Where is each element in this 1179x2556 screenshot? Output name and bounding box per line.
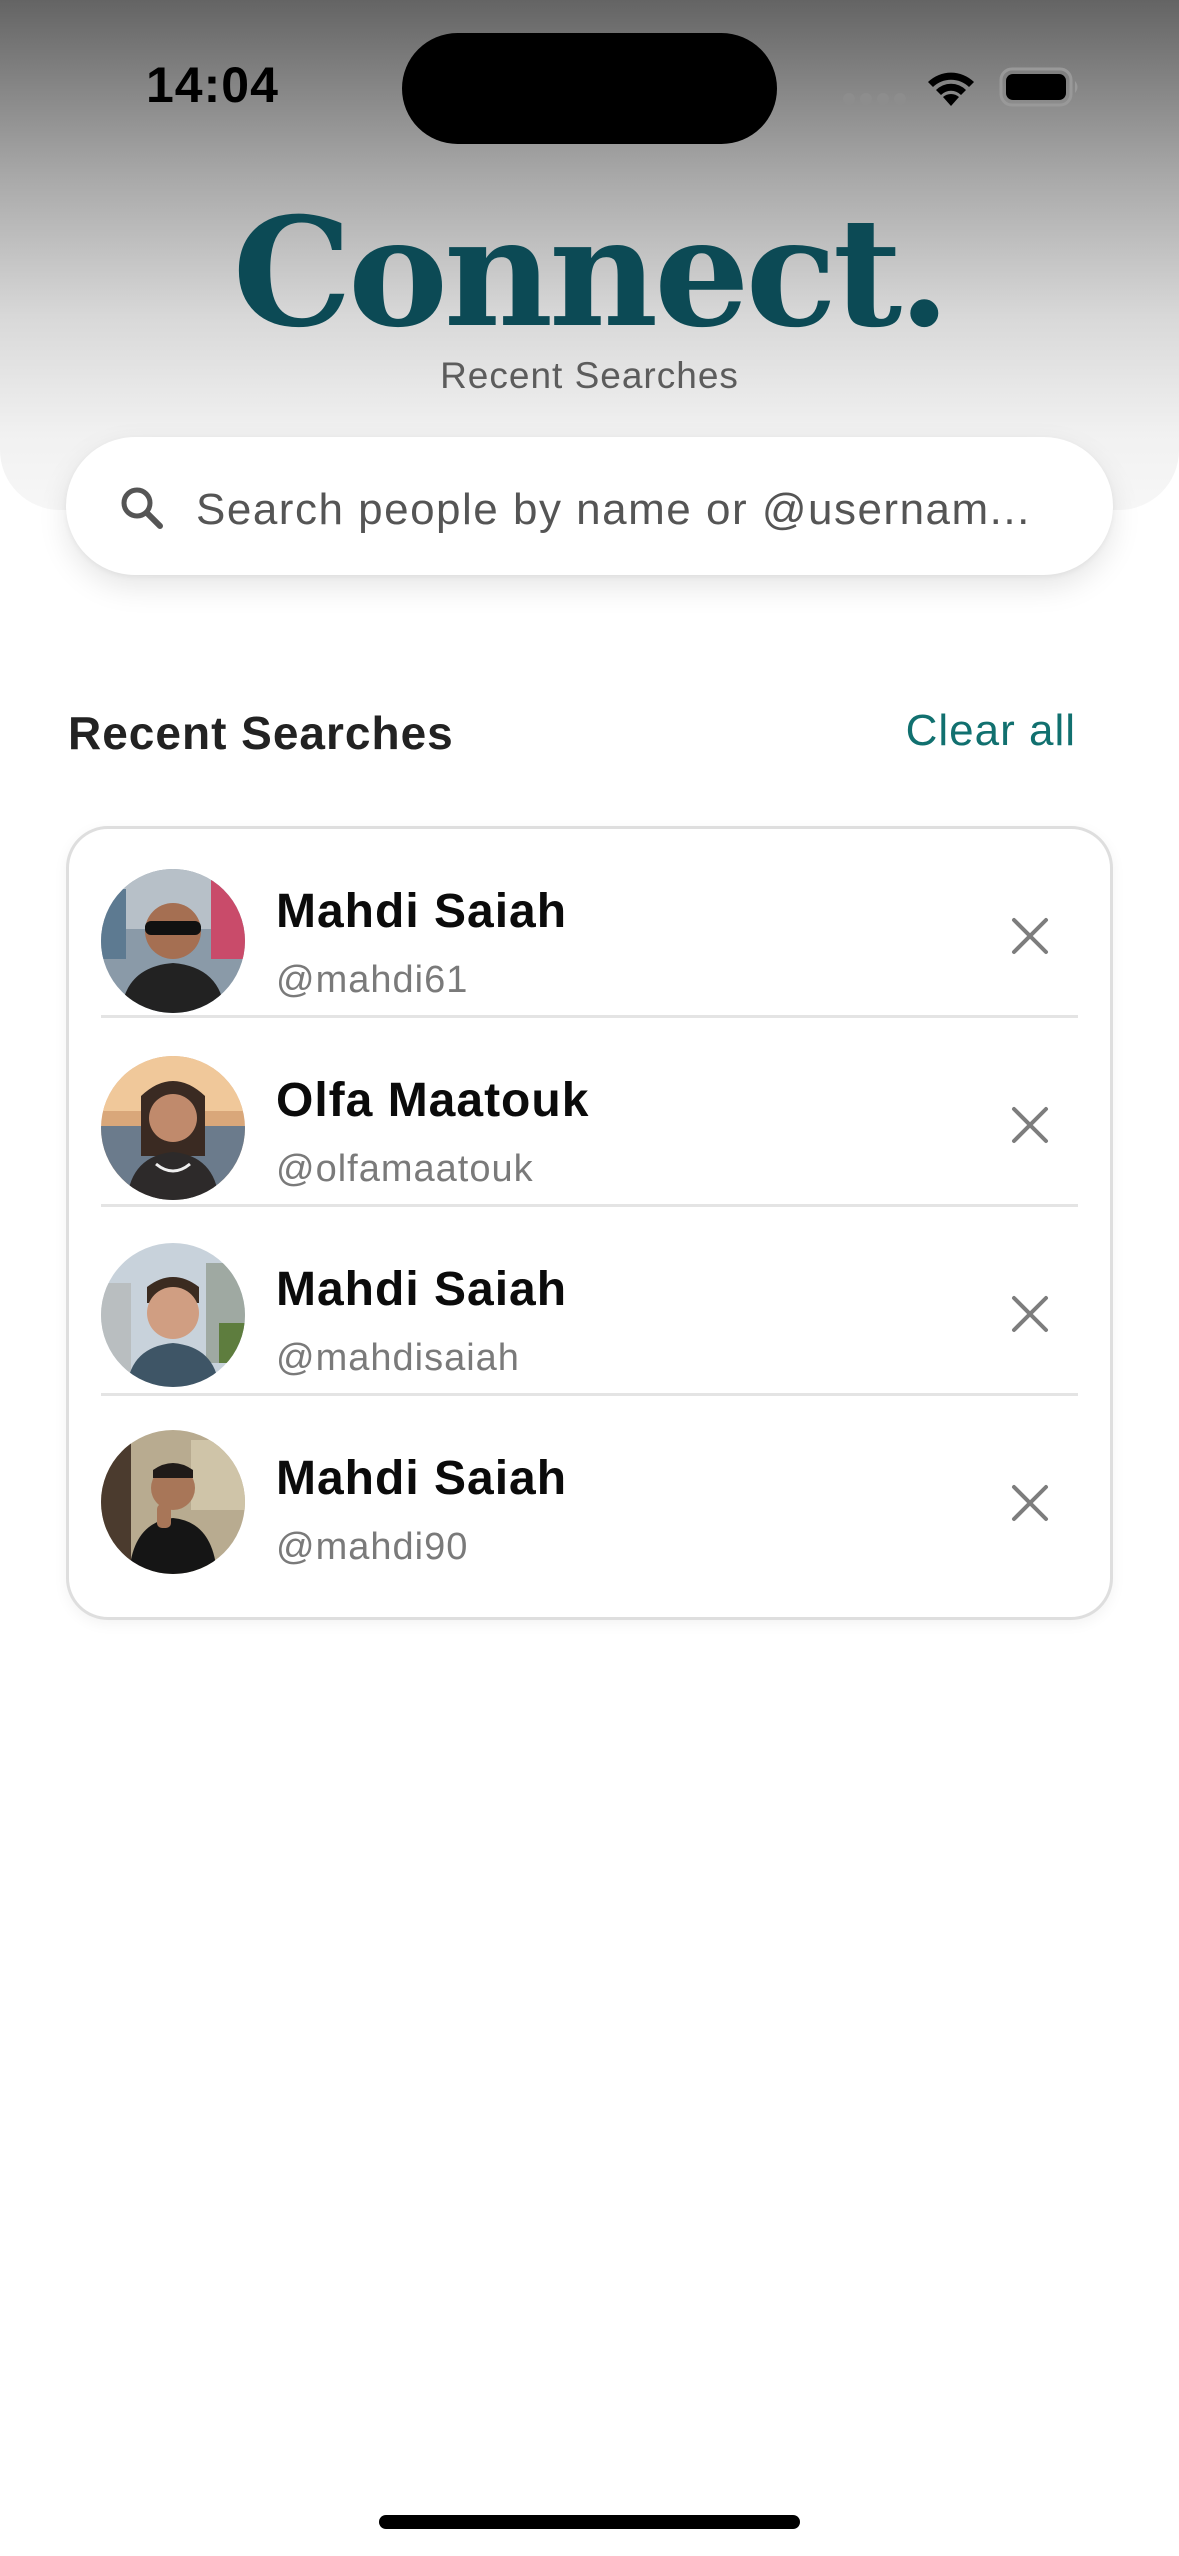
search-icon — [121, 487, 163, 529]
result-username: @mahdisaiah — [276, 1337, 520, 1379]
status-time: 14:04 — [146, 57, 279, 113]
result-name: Mahdi Saiah — [276, 1263, 568, 1316]
close-icon — [1012, 1296, 1048, 1332]
remove-item-button[interactable] — [998, 1471, 1062, 1535]
close-icon — [1012, 1485, 1048, 1521]
avatar — [101, 869, 245, 1013]
result-name: Mahdi Saiah — [276, 1452, 568, 1505]
battery-icon — [999, 67, 1078, 107]
avatar — [101, 1243, 245, 1387]
close-icon — [1012, 918, 1048, 954]
result-username: @olfamaatouk — [276, 1148, 534, 1190]
header-subtitle: Recent Searches — [440, 355, 739, 396]
list-item[interactable]: Mahdi Saiah @mahdisaiah — [69, 1207, 1110, 1396]
remove-item-button[interactable] — [998, 904, 1062, 968]
result-name: Olfa Maatouk — [276, 1074, 590, 1127]
avatar — [101, 1430, 245, 1574]
result-username: @mahdi61 — [276, 959, 469, 1001]
list-item[interactable]: Mahdi Saiah @mahdi90 — [69, 1396, 1110, 1585]
result-username: @mahdi90 — [276, 1526, 469, 1568]
list-item[interactable]: Olfa Maatouk @olfamaatouk — [69, 1018, 1110, 1207]
recent-searches-title: Recent Searches — [68, 707, 454, 759]
avatar — [101, 1056, 245, 1200]
screen: 14:04 Connect. Recent Searches Recent Se… — [0, 0, 1179, 2556]
close-icon — [1012, 1107, 1048, 1143]
clear-all-button[interactable]: Clear all — [906, 706, 1076, 756]
remove-item-button[interactable] — [998, 1093, 1062, 1157]
result-name: Mahdi Saiah — [276, 885, 568, 938]
home-indicator[interactable] — [379, 2515, 800, 2529]
dynamic-island — [402, 33, 777, 144]
app-logo-title: Connect. — [232, 185, 951, 361]
recent-searches-list: Mahdi Saiah @mahdi61 Olfa Maatouk @olfam… — [66, 826, 1113, 1620]
list-item[interactable]: Mahdi Saiah @mahdi61 — [69, 829, 1110, 1018]
wifi-icon — [928, 72, 974, 106]
search-input[interactable] — [196, 470, 1056, 550]
cellular-signal-icon — [843, 93, 907, 107]
remove-item-button[interactable] — [998, 1282, 1062, 1346]
